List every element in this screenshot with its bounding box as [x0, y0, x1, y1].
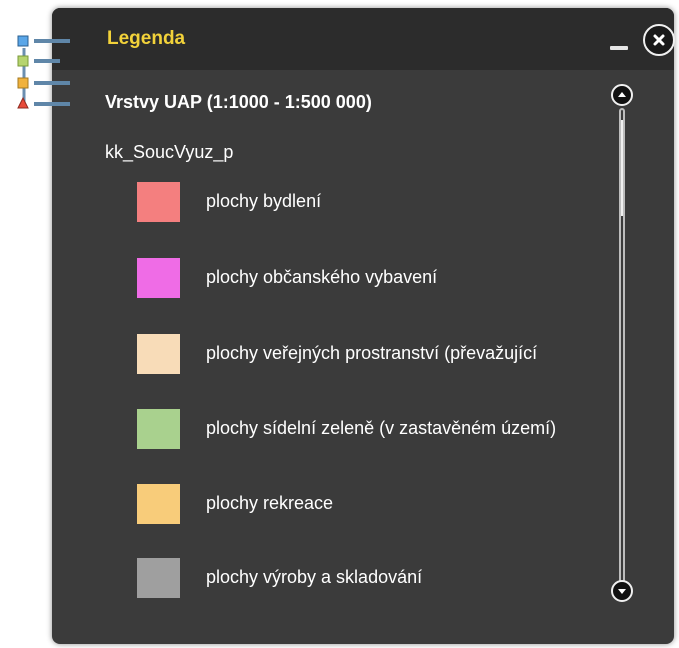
legend-swatch	[137, 258, 180, 298]
layer-group-title: Vrstvy UAP (1:1000 - 1:500 000)	[105, 92, 372, 112]
layer-name: kk_SoucVyuz_p	[105, 142, 234, 162]
legend-item-label: plochy sídelní zeleně (v zastavěném územ…	[206, 418, 557, 438]
legend-list-icon	[12, 30, 82, 120]
scrollbar-thumb[interactable]	[621, 120, 623, 216]
legend-item-label: plochy výroby a skladování	[206, 567, 423, 587]
legend-item-label: plochy veřejných prostranství (převažují…	[206, 343, 538, 363]
minimize-icon[interactable]	[610, 42, 628, 50]
legend-swatch	[137, 182, 180, 222]
scroll-up-icon[interactable]	[611, 84, 633, 106]
close-icon[interactable]	[643, 24, 675, 56]
legend-item: plochy veřejných prostranství (převažují…	[137, 334, 607, 374]
legend-item: plochy sídelní zeleně (v zastavěném územ…	[137, 409, 607, 449]
legend-item: plochy výroby a skladování	[137, 558, 607, 598]
legend-item-label: plochy občanského vybavení	[206, 267, 438, 287]
legend-item-label: plochy rekreace	[206, 493, 334, 513]
legend-item: plochy občanského vybavení	[137, 258, 607, 298]
legend-panel: Legenda Vrstvy UAP (1:1000 - 1:500 000) …	[52, 8, 674, 644]
legend-swatch	[137, 484, 180, 524]
legend-swatch	[137, 334, 180, 374]
scroll-down-icon[interactable]	[611, 580, 633, 602]
title-bar: Legenda	[52, 8, 674, 70]
legend-swatch	[137, 558, 180, 598]
legend-item: plochy rekreace	[137, 484, 607, 524]
legend-item-label: plochy bydlení	[206, 191, 322, 211]
panel-title: Legenda	[107, 28, 186, 49]
legend-swatch	[137, 409, 180, 449]
legend-item: plochy bydlení	[137, 182, 607, 222]
